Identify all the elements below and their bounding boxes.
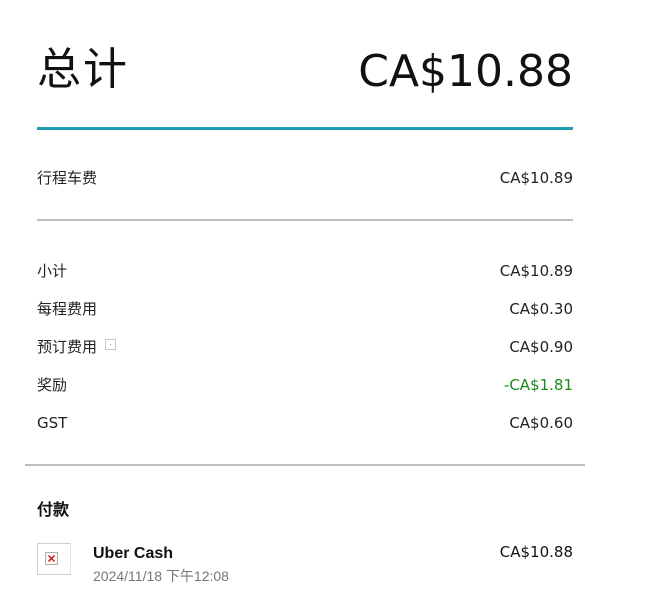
breakdown-label-reward: 奖励 bbox=[37, 375, 67, 395]
breakdown-label-booking-fee: 预订费用 bbox=[37, 337, 117, 357]
breakdown-value-subtotal: CA$10.89 bbox=[499, 262, 573, 280]
fare-value: CA$10.89 bbox=[499, 169, 573, 187]
fare-divider bbox=[37, 219, 573, 221]
breakdown-label-text: 奖励 bbox=[37, 376, 68, 394]
payment-method-icon bbox=[37, 543, 71, 575]
breakdown-label-text: 每程费用 bbox=[37, 300, 98, 318]
payment-section-title: 付款 bbox=[37, 500, 70, 519]
info-icon[interactable] bbox=[105, 338, 117, 350]
total-label: 总计 bbox=[37, 44, 129, 95]
breakdown-divider bbox=[25, 464, 585, 466]
breakdown-label-text: GST bbox=[37, 414, 68, 432]
breakdown-label-text: 预订费用 bbox=[37, 338, 98, 356]
breakdown-value-gst: CA$0.60 bbox=[509, 414, 573, 432]
total-divider bbox=[37, 127, 573, 130]
breakdown-label-subtotal: 小计 bbox=[37, 261, 67, 281]
broken-image-icon bbox=[45, 552, 58, 565]
breakdown-label-per-trip-fee: 每程费用 bbox=[37, 299, 97, 319]
breakdown-value-reward: -CA$1.81 bbox=[503, 376, 573, 394]
payment-amount: CA$10.88 bbox=[499, 543, 573, 561]
payment-method-name: Uber Cash bbox=[93, 545, 174, 562]
total-amount: CA$10.88 bbox=[358, 46, 573, 97]
breakdown-value-per-trip-fee: CA$0.30 bbox=[509, 300, 573, 318]
payment-datetime: 2024/11/18 下午12:08 bbox=[93, 568, 229, 584]
fare-label: 行程车费 bbox=[37, 169, 98, 187]
breakdown-value-booking-fee: CA$0.90 bbox=[509, 338, 573, 356]
breakdown-label-gst: GST bbox=[37, 413, 67, 433]
breakdown-label-text: 小计 bbox=[37, 262, 68, 280]
